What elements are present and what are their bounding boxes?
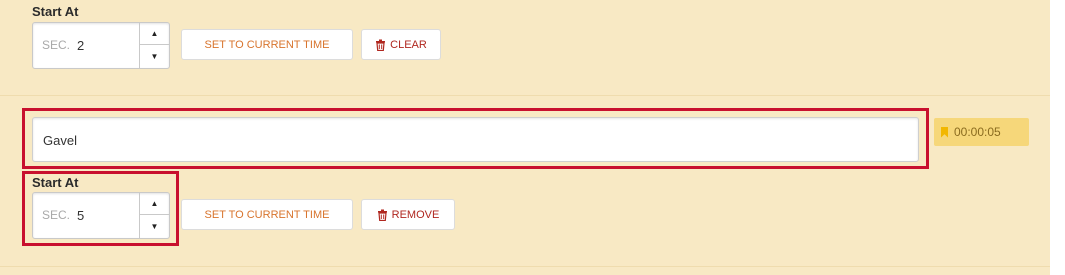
start-seconds-input[interactable]: SEC. 2 ▲ ▼ <box>32 22 170 69</box>
trash-icon <box>375 39 386 51</box>
seconds-prefix: SEC. <box>42 38 71 52</box>
caret-up-icon[interactable]: ▲ <box>140 23 169 45</box>
clear-button-label: CLEAR <box>390 38 427 51</box>
page-margin <box>1050 0 1065 275</box>
seconds-spinner: ▲ ▼ <box>139 23 169 68</box>
remove-button[interactable]: REMOVE <box>361 199 455 230</box>
timestamp-text: 00:00:05 <box>954 125 1001 139</box>
item-divider <box>0 95 1050 96</box>
trash-icon <box>377 209 388 221</box>
name-field-highlight <box>22 108 929 169</box>
start-at-highlight <box>22 171 179 246</box>
start-at-label: Start At <box>32 4 79 19</box>
set-to-current-time-button[interactable]: SET TO CURRENT TIME <box>181 29 353 60</box>
seconds-value[interactable]: 2 <box>77 38 84 53</box>
timestamp-badge: 00:00:05 <box>934 118 1029 146</box>
set-to-current-time-button[interactable]: SET TO CURRENT TIME <box>181 199 353 230</box>
caret-down-icon[interactable]: ▼ <box>140 45 169 67</box>
remove-button-label: REMOVE <box>391 208 440 221</box>
clear-button[interactable]: CLEAR <box>361 29 441 60</box>
bookmark-icon <box>941 126 948 138</box>
item-divider <box>0 266 1050 267</box>
